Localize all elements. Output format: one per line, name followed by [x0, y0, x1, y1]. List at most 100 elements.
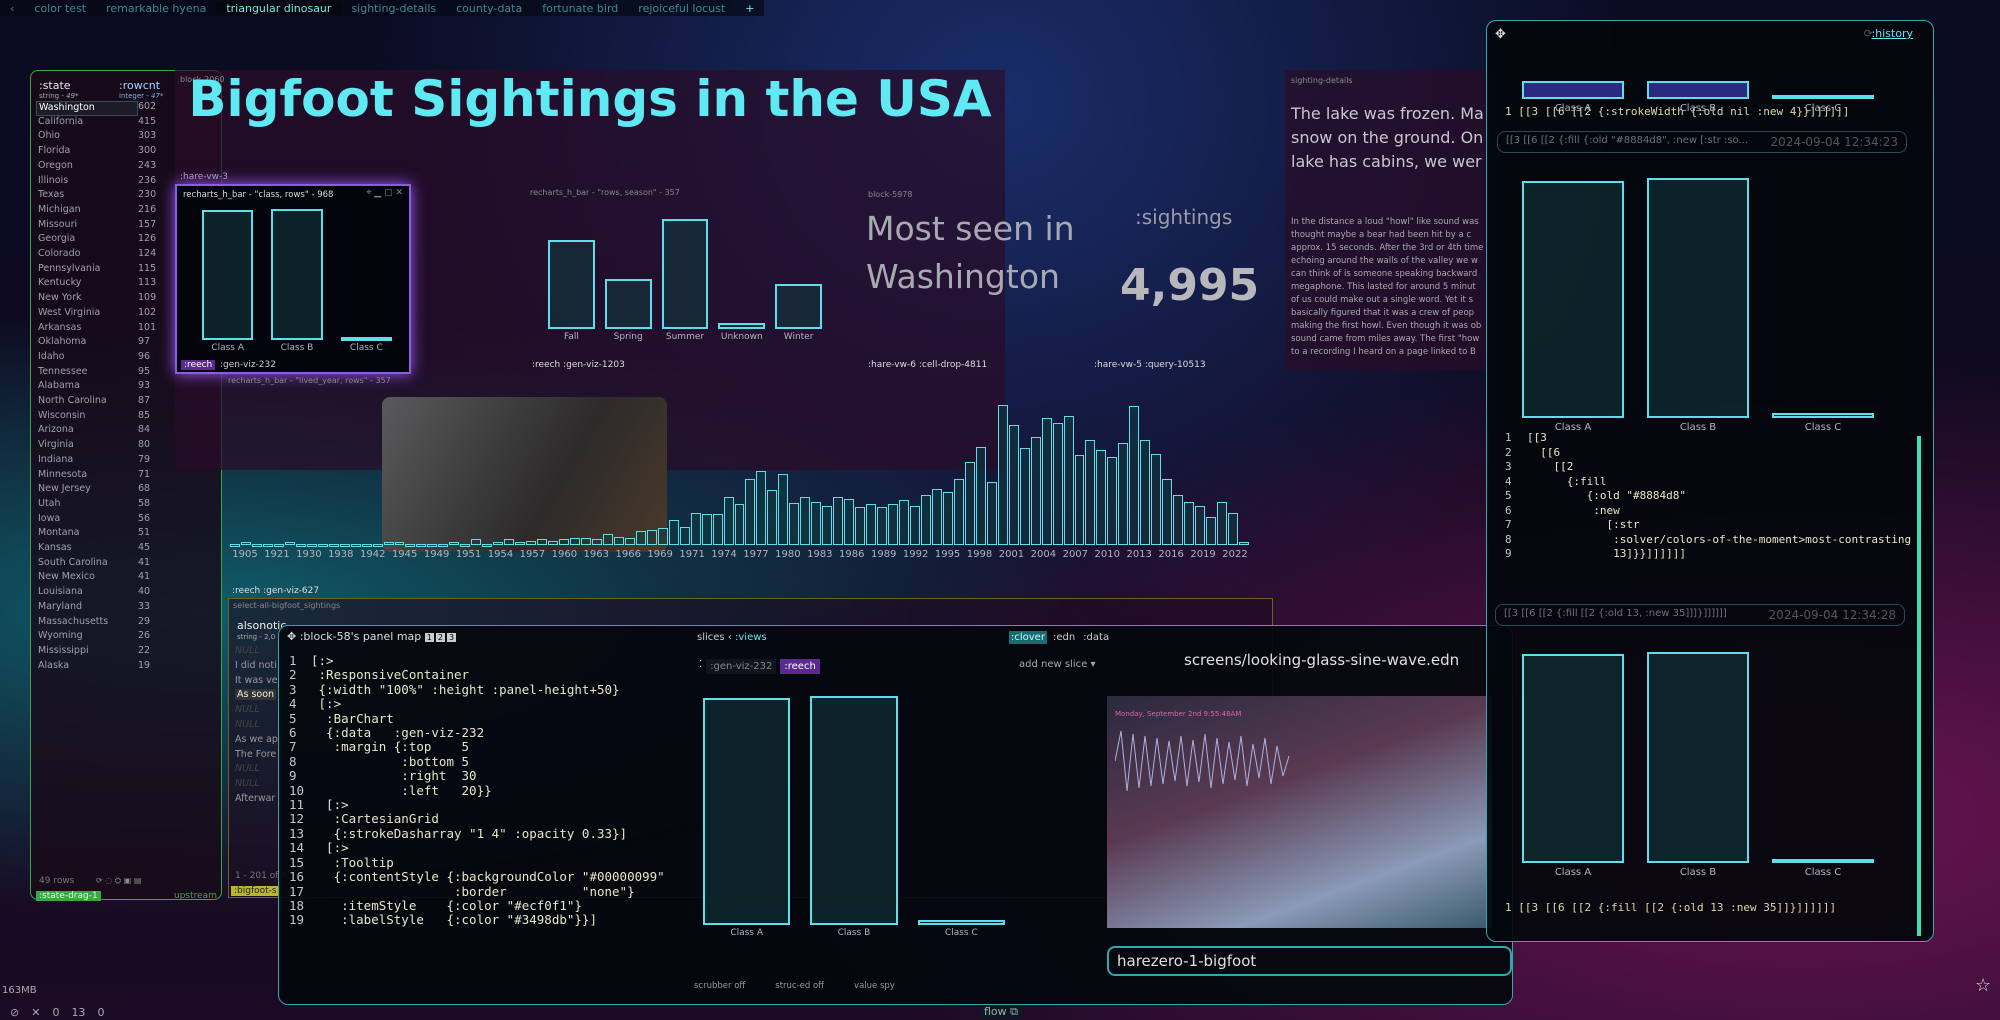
chip-reech[interactable]: :reech — [780, 659, 820, 674]
tabs-back-button[interactable]: ‹ — [0, 2, 24, 15]
screen-preview-image[interactable]: Monday, September 2nd 9:55:48AM — [1107, 696, 1492, 928]
chevron-down-icon: ▾ — [1090, 659, 1096, 670]
bar-fall — [548, 239, 595, 329]
gen-viz-tag[interactable]: :gen-viz-1203 — [563, 360, 625, 370]
table-row[interactable]: Iowa 56 — [36, 513, 216, 528]
table-toolbar-icons[interactable]: ⟳ ◌ ⛭ ▣ ▤ — [96, 876, 141, 886]
table-row[interactable]: NULL — [235, 704, 260, 715]
reech-tag[interactable]: :reech — [232, 586, 260, 596]
column-state[interactable]: :state string - 49* — [39, 79, 79, 100]
table-row[interactable]: NULL — [235, 778, 260, 789]
bar-class-c — [340, 337, 392, 342]
move-icon[interactable]: ✥ — [287, 630, 296, 643]
history-link[interactable]: :history — [1871, 27, 1913, 40]
mode-clover[interactable]: :clover — [1009, 631, 1047, 644]
layout-badge-1[interactable]: 1 — [424, 633, 434, 642]
history-scrollbar[interactable] — [1917, 436, 1921, 936]
table-row[interactable]: As we ap — [235, 734, 278, 745]
views-link[interactable]: :views — [735, 632, 767, 643]
table-row[interactable]: NULL — [235, 719, 260, 730]
code-text: :left 20}} — [311, 782, 492, 798]
history-entry[interactable]: [[3 [[6 [[2 {:fill [[2 {:old 13, :new 35… — [1495, 604, 1905, 626]
table-row[interactable]: Montana 51 — [36, 527, 216, 542]
column-rowcnt[interactable]: :rowcnt integer - 47* — [119, 79, 163, 100]
histogram-bar — [624, 538, 635, 545]
flow-button[interactable]: flow ⧉ — [980, 1005, 1023, 1019]
details-body: In the distance a loud "howl" like sound… — [1291, 217, 1484, 357]
state-cell: Wisconsin — [38, 409, 86, 421]
table-row[interactable]: New Mexico 41 — [36, 571, 216, 586]
screen-name-input[interactable]: harezero-1-bigfoot — [1107, 946, 1512, 976]
class-chart-window[interactable]: recharts_h_bar - "class, rows" - 968 ⌖ ▁… — [175, 184, 411, 374]
layout-badge-3[interactable]: 3 — [446, 633, 457, 642]
table-row[interactable]: It was ve — [235, 675, 278, 686]
tab-color-test[interactable]: color test — [24, 2, 96, 15]
histogram-bar — [1041, 417, 1052, 545]
slice-toggle[interactable]: scrubber off — [694, 981, 745, 991]
table-row[interactable]: The Fore — [235, 749, 276, 760]
histogram-bar — [1008, 424, 1019, 545]
table-row[interactable]: Utah 58 — [36, 498, 216, 513]
details-headline: The lake was frozen. Ma snow on the grou… — [1291, 104, 1484, 171]
table-row[interactable]: Mississippi 22 — [36, 645, 216, 660]
tab-sighting-details[interactable]: sighting-details — [341, 2, 446, 15]
tab-rejoiceful-locust[interactable]: rejoiceful locust — [628, 2, 735, 15]
slices-back[interactable]: ‹ — [728, 632, 732, 643]
table-row[interactable]: Kansas 45 — [36, 542, 216, 557]
tab-fortunate-bird[interactable]: fortunate bird — [532, 2, 628, 15]
table-row[interactable]: Maryland 33 — [36, 601, 216, 616]
tab-triangular-dinosaur[interactable]: triangular dinosaur — [216, 1, 342, 15]
chip-gen-viz[interactable]: :gen-viz-232 — [706, 659, 777, 674]
mode-data[interactable]: :data — [1081, 631, 1111, 644]
gen-viz-tag[interactable]: :gen-viz-627 — [263, 586, 319, 596]
tab-remarkable-hyena[interactable]: remarkable hyena — [96, 2, 216, 15]
table-row[interactable]: South Carolina 41 — [36, 557, 216, 572]
table-row[interactable]: Alaska 19 — [36, 660, 216, 675]
tab-county-data[interactable]: county-data — [446, 2, 532, 15]
upstream-link[interactable]: upstream — [171, 891, 220, 901]
table-row[interactable]: I did noti — [235, 660, 277, 671]
most-seen-text: Most seen in Washington — [866, 209, 1075, 296]
table-row[interactable]: Louisiana 40 — [36, 586, 216, 601]
table-row[interactable]: As soon — [235, 689, 277, 701]
bigfoot-tag[interactable]: :bigfoot-s — [231, 886, 280, 896]
history-entry[interactable]: [[3 [[6 [[2 {:fill {:old "#8884d8", :new… — [1497, 131, 1907, 153]
table-row[interactable]: Massachusetts 29 — [36, 616, 216, 631]
gen-viz-tag[interactable]: :gen-viz-232 — [217, 360, 279, 370]
slice-icon[interactable]: ⁚ — [699, 659, 702, 674]
table-row[interactable]: Wyoming 26 — [36, 630, 216, 645]
line-number: 12 — [289, 811, 305, 827]
table-row[interactable]: Afterwar — [235, 793, 275, 804]
table-row[interactable]: NULL — [235, 645, 260, 656]
code-editor[interactable]: 1 [:> 2 :ResponsiveContainer 3 {:width "100… — [289, 654, 679, 994]
window-controls[interactable]: ⌖ ▁ ▢ ✕ — [366, 188, 403, 198]
panel-map-header[interactable]: ✥ :block-58's panel map 123 — [287, 630, 458, 643]
close-icon[interactable]: ✕ — [31, 1006, 40, 1019]
table-row[interactable]: Minnesota 71 — [36, 469, 216, 484]
line-number: 3 — [289, 681, 297, 697]
reech-tag[interactable]: :reech — [181, 360, 216, 370]
star-icon[interactable]: ☆ — [1975, 975, 1991, 996]
slice-toggle[interactable]: struc-ed off — [775, 981, 824, 991]
bar-class-b — [271, 208, 323, 340]
add-tab-button[interactable]: + — [735, 2, 764, 15]
add-new-slice-dropdown[interactable]: add new slice ▾ — [1019, 659, 1096, 670]
table-row[interactable]: New Jersey 68 — [36, 483, 216, 498]
hist-label: recharts_h_bar - "lived_year, rows" - 35… — [228, 376, 391, 385]
slice-toggle[interactable]: value spy — [854, 981, 895, 991]
mode-edn[interactable]: :edn — [1051, 631, 1077, 644]
line-number: 18 — [289, 897, 305, 913]
histogram-bar — [526, 540, 537, 545]
layout-badge-2[interactable]: 2 — [435, 633, 445, 642]
rowcnt-cell: 29 — [138, 615, 151, 627]
move-icon[interactable]: ✥ — [1495, 27, 1506, 42]
refresh-icon[interactable]: ⟳ — [1864, 27, 1873, 40]
histogram-bar — [1195, 505, 1206, 545]
table-row[interactable]: NULL — [235, 763, 260, 774]
bar-label: Class C — [1804, 422, 1842, 433]
state-drag-tag[interactable]: :state-drag-1 — [36, 891, 101, 901]
eye-off-icon[interactable]: ⊘ — [10, 1006, 19, 1019]
code-text: 13]}}]]]]]] — [1527, 547, 1686, 560]
reech-tag[interactable]: :reech — [532, 360, 560, 370]
state-cell: California — [38, 115, 84, 127]
